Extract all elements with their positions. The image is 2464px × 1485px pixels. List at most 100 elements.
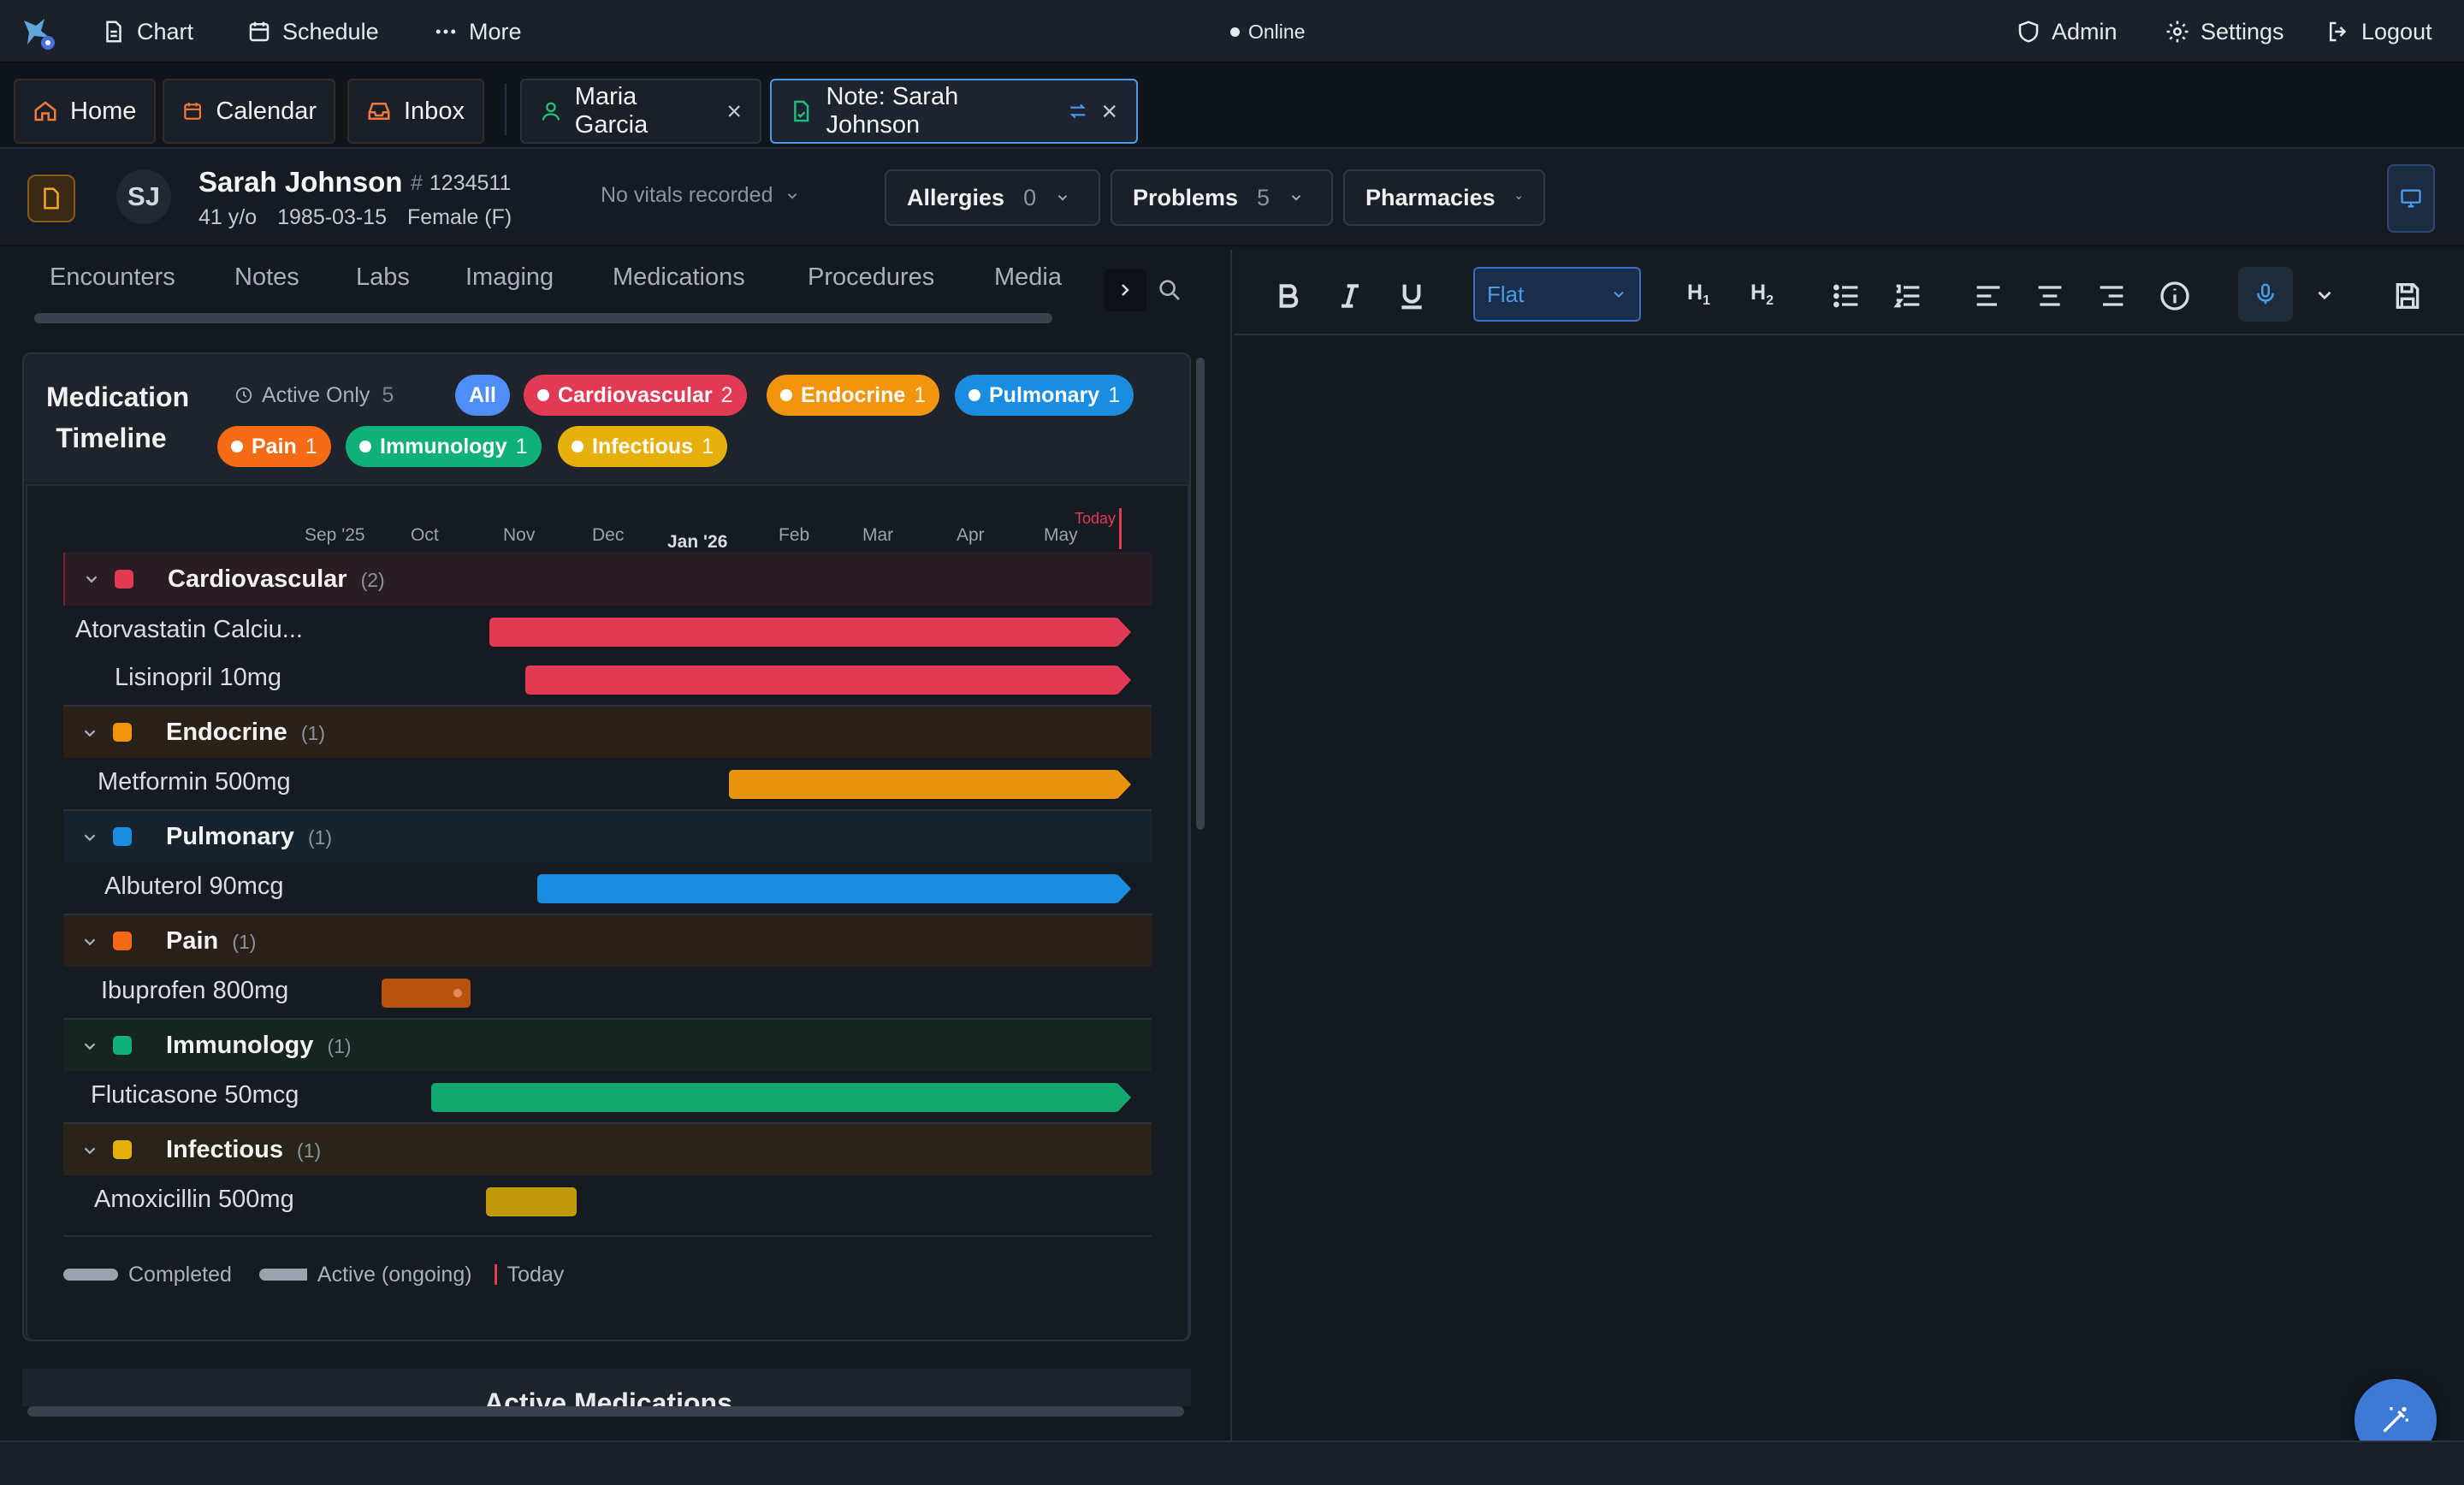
subtab-medications[interactable]: Medications	[613, 263, 745, 292]
info-icon[interactable]	[2158, 279, 2192, 313]
filter-chip-all[interactable]: All	[455, 375, 510, 416]
close-icon[interactable]	[726, 102, 743, 121]
heading-2-button[interactable]: H2	[1750, 281, 1774, 309]
filter-chip-pain[interactable]: Pain 1	[217, 426, 331, 467]
align-left-icon[interactable]	[1971, 279, 2005, 313]
nav-settings[interactable]: Settings	[2165, 0, 2284, 63]
filter-chip-endocrine[interactable]: Endocrine 1	[767, 375, 940, 416]
italic-icon[interactable]	[1333, 279, 1367, 313]
med-bar-fluticasone[interactable]	[431, 1083, 1131, 1112]
filter-chip-pulmonary[interactable]: Pulmonary 1	[955, 375, 1134, 416]
med-bar-albuterol[interactable]	[537, 874, 1131, 903]
tab-calendar[interactable]: Calendar	[163, 79, 335, 144]
tab-inbox[interactable]: Inbox	[347, 79, 484, 144]
group-row-pain[interactable]: Pain (1)	[63, 914, 1152, 967]
subtab-labs[interactable]: Labs	[356, 263, 410, 292]
editor-body[interactable]	[1234, 337, 2464, 1441]
top-bar: Chart Schedule More Online Admin Setting…	[0, 0, 2464, 63]
tab-home[interactable]: Home	[14, 79, 156, 144]
chart-toggle-button[interactable]	[27, 175, 75, 222]
tab-patient-maria-garcia[interactable]: Maria Garcia	[520, 79, 761, 144]
pharmacies-button[interactable]: Pharmacies	[1343, 169, 1545, 226]
group-row-immunology[interactable]: Immunology (1)	[63, 1018, 1152, 1071]
chart-panel: Encounters Notes Labs Imaging Medication…	[0, 250, 1232, 1441]
med-bar-amoxicillin[interactable]	[486, 1187, 577, 1216]
dictation-button[interactable]	[2238, 267, 2293, 322]
axis-tick-feb: Feb	[779, 525, 810, 545]
group-name: Endocrine (1)	[166, 718, 325, 746]
dot-icon	[968, 389, 980, 401]
tab-note-sarah-johnson[interactable]: Note: Sarah Johnson	[770, 79, 1138, 144]
avatar-initials: SJ	[127, 181, 160, 211]
subtab-procedures[interactable]: Procedures	[808, 263, 934, 292]
horizontal-scrollbar[interactable]	[27, 1406, 1184, 1417]
problems-button[interactable]: Problems 5	[1111, 169, 1333, 226]
calendar-icon	[249, 21, 270, 42]
subtab-notes[interactable]: Notes	[234, 263, 299, 292]
subtab-media[interactable]: Media	[994, 263, 1062, 292]
vitals-dropdown[interactable]: No vitals recorded	[601, 183, 800, 208]
group-row-infectious[interactable]: Infectious (1)	[63, 1122, 1152, 1175]
med-row-fluticasone[interactable]: Fluticasone 50mcg	[63, 1071, 1152, 1121]
today-label: Today	[1075, 510, 1116, 527]
nav-schedule[interactable]: Schedule	[246, 0, 379, 63]
chevron-down-icon	[84, 730, 96, 737]
med-name: Ibuprofen 800mg	[101, 977, 289, 1004]
underline-icon[interactable]	[1395, 279, 1429, 313]
panel-vertical-scrollbar[interactable]	[1196, 358, 1205, 830]
note-editor-panel: Flat H1 H2	[1234, 250, 2464, 1461]
swap-icon[interactable]	[1067, 100, 1089, 122]
med-row-amoxicillin[interactable]: Amoxicillin 500mg	[63, 1175, 1152, 1225]
close-icon[interactable]	[1100, 102, 1119, 121]
subtabs-scroll-right-button[interactable]	[1104, 269, 1146, 311]
med-name: Albuterol 90mcg	[104, 873, 284, 900]
problems-count: 5	[1257, 184, 1270, 210]
align-center-icon[interactable]	[2033, 279, 2067, 313]
nav-logout[interactable]: Logout	[2325, 0, 2432, 63]
med-bar-metformin[interactable]	[729, 770, 1131, 799]
nav-chart[interactable]: Chart	[101, 0, 193, 63]
group-row-cardiovascular[interactable]: Cardiovascular (2)	[63, 553, 1152, 606]
patient-dob: 1985-03-15	[277, 205, 387, 229]
dot-icon	[231, 441, 243, 453]
display-mode-button[interactable]	[2387, 164, 2435, 233]
allergies-button[interactable]: Allergies 0	[885, 169, 1100, 226]
active-only-toggle[interactable]: Active Only 5	[234, 375, 394, 416]
subtab-imaging[interactable]: Imaging	[465, 263, 554, 292]
filter-chip-infectious[interactable]: Infectious 1	[558, 426, 727, 467]
med-row-albuterol[interactable]: Albuterol 90mcg	[63, 862, 1152, 912]
chevron-down-icon	[86, 576, 98, 583]
filter-chip-immunology[interactable]: Immunology 1	[346, 426, 542, 467]
filter-endocrine-label: Endocrine	[801, 382, 906, 407]
group-row-pulmonary[interactable]: Pulmonary (1)	[63, 809, 1152, 862]
nav-more[interactable]: More	[433, 0, 522, 63]
axis-tick-oct: Oct	[411, 525, 439, 545]
legend-active-swatch	[258, 1269, 307, 1281]
nav-admin[interactable]: Admin	[2016, 0, 2118, 63]
align-right-icon[interactable]	[2094, 279, 2129, 313]
bullet-list-icon[interactable]	[1829, 279, 1863, 313]
magic-wand-icon	[2383, 1407, 2408, 1433]
subtabs-scrollbar[interactable]	[34, 313, 1052, 323]
medication-timeline-card: Medication Timeline Active Only 5 All Ca…	[22, 352, 1191, 1341]
heading-1-button[interactable]: H1	[1687, 281, 1710, 309]
clock-icon	[235, 387, 252, 404]
filter-chip-cardiovascular[interactable]: Cardiovascular 2	[524, 375, 747, 416]
med-bar-atorvastatin[interactable]	[489, 618, 1131, 647]
med-row-lisinopril[interactable]: Lisinopril 10mg	[63, 654, 1152, 703]
group-row-endocrine[interactable]: Endocrine (1)	[63, 705, 1152, 758]
numbered-list-icon[interactable]	[1891, 279, 1925, 313]
legend-completed-label: Completed	[128, 1262, 232, 1287]
med-row-metformin[interactable]: Metformin 500mg	[63, 758, 1152, 808]
med-row-atorvastatin[interactable]: Atorvastatin Calciu...	[63, 606, 1152, 655]
app-logo-icon[interactable]	[19, 14, 56, 51]
subtab-encounters[interactable]: Encounters	[50, 263, 175, 292]
style-select[interactable]: Flat	[1473, 267, 1641, 322]
med-row-ibuprofen[interactable]: Ibuprofen 800mg	[63, 967, 1152, 1016]
chevron-down-icon[interactable]	[2313, 284, 2336, 306]
med-bar-ibuprofen[interactable]	[382, 979, 471, 1008]
save-icon[interactable]	[2390, 279, 2425, 313]
bold-icon[interactable]	[1271, 279, 1306, 313]
med-bar-lisinopril[interactable]	[525, 666, 1131, 695]
search-icon[interactable]	[1155, 275, 1182, 303]
